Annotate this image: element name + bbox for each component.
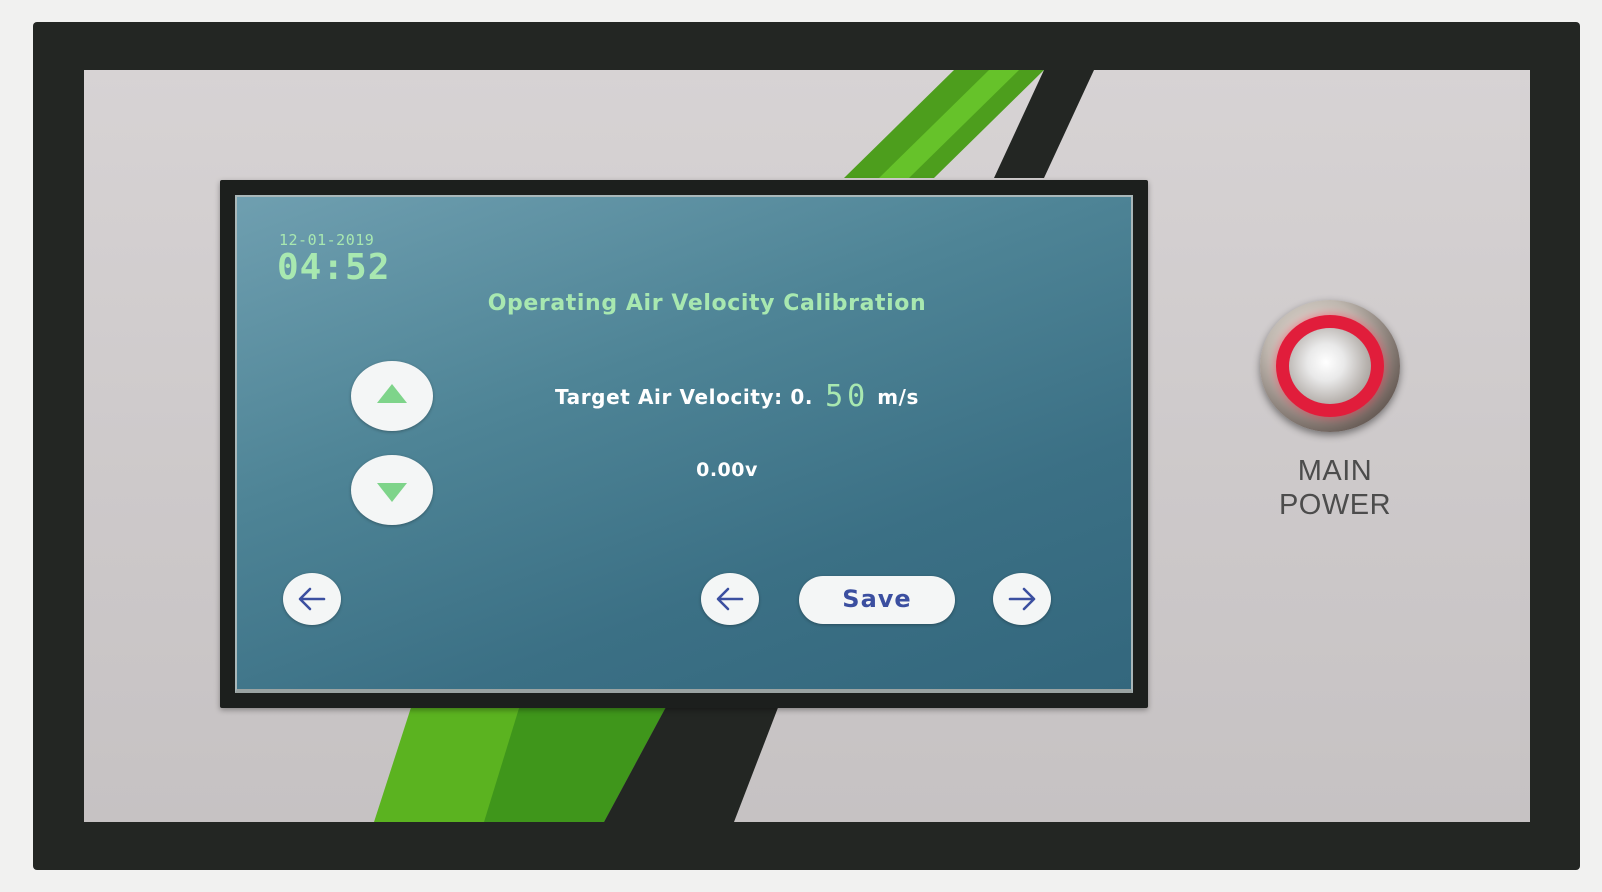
arrow-right-icon — [1008, 587, 1036, 611]
triangle-down-icon — [377, 483, 407, 502]
page-title: Operating Air Velocity Calibration — [487, 291, 927, 316]
arrow-left-icon — [716, 587, 744, 611]
arrow-left-icon — [298, 587, 326, 611]
touchscreen: 12-01-2019 04:52 Operating Air Velocity … — [235, 195, 1133, 693]
decrease-button[interactable] — [351, 455, 433, 525]
target-velocity-label: Target Air Velocity: 0. — [554, 385, 814, 409]
main-power-button[interactable] — [1260, 300, 1400, 432]
target-velocity-unit: m/s — [877, 385, 920, 409]
voltage-readout: 0.00v — [696, 459, 758, 481]
main-power-label-line1: MAIN — [1297, 455, 1373, 487]
clock-display: 04:52 — [277, 247, 391, 288]
main-power-label-line2: POWER — [1278, 489, 1392, 521]
device-front-panel: 12-01-2019 04:52 Operating Air Velocity … — [0, 0, 1602, 892]
back-button[interactable] — [283, 573, 341, 625]
increase-button[interactable] — [351, 361, 433, 431]
target-velocity-digits[interactable]: 50 — [825, 379, 869, 414]
previous-button[interactable] — [701, 573, 759, 625]
power-button-cap — [1289, 328, 1371, 404]
triangle-up-icon — [377, 384, 407, 403]
next-button[interactable] — [993, 573, 1051, 625]
target-air-velocity: Target Air Velocity: 0. 50 m/s — [437, 379, 1037, 414]
main-power-label: MAIN POWER — [1240, 454, 1430, 522]
save-button[interactable]: Save — [799, 576, 955, 624]
